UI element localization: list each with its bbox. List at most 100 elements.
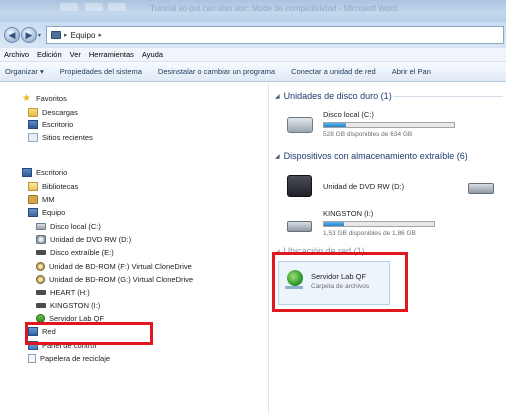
removable-drive-icon <box>36 249 46 255</box>
drive-usage-bar <box>323 221 435 227</box>
nav-label: Sitios recientes <box>42 132 93 142</box>
nav-label: Unidad de BD-ROM (F:) Virtual CloneDrive <box>49 261 192 271</box>
drive-tile-kingston[interactable]: KINGSTON (I:) 1,53 GB disponibles de 1,8… <box>287 207 467 241</box>
removable-drive-icon <box>36 289 46 295</box>
window-ghost-decoration <box>60 3 78 11</box>
nav-item-bd-rom-f[interactable]: Unidad de BD-ROM (F:) Virtual CloneDrive <box>36 260 192 272</box>
bd-rom-icon <box>36 261 45 271</box>
nav-favorites[interactable]: ★ Favoritos <box>22 92 67 104</box>
menu-edicion[interactable]: Edición <box>37 50 62 59</box>
nav-item-kingston-i[interactable]: KINGSTON (I:) <box>36 299 100 311</box>
desktop-icon <box>22 167 32 177</box>
back-button[interactable]: ◀ <box>4 27 20 43</box>
nav-label: Disco local (C:) <box>50 221 101 231</box>
nav-label: KINGSTON (I:) <box>50 300 101 310</box>
nav-label: Equipo <box>42 207 66 217</box>
recycle-bin-icon <box>28 353 36 363</box>
uninstall-program-button[interactable]: Desinstalar o cambiar un programa <box>158 67 275 76</box>
forward-button[interactable]: ▶ <box>21 27 37 43</box>
drive-tile-dvd[interactable]: Unidad de DVD RW (D:) <box>287 172 437 202</box>
user-folder-icon <box>28 194 38 204</box>
command-bar: Organizar ▾ Propiedades del sistema Desi… <box>0 62 506 82</box>
nav-label: Papelera de reciclaje <box>40 353 111 363</box>
nav-label: Bibliotecas <box>42 181 79 191</box>
window-ghost-decoration <box>108 3 126 11</box>
drive-name: Disco local (C:) <box>323 110 374 119</box>
dvd-drive-icon <box>287 175 312 197</box>
folder-icon <box>28 107 38 117</box>
hard-drive-icon <box>287 117 313 133</box>
drive-name: Unidad de DVD RW (D:) <box>323 182 405 191</box>
nav-desktop[interactable]: Escritorio <box>22 166 67 178</box>
usb-drive-icon <box>287 221 312 232</box>
group-header-hard-drives[interactable]: ◢ Unidades de disco duro (1) <box>275 90 392 102</box>
group-header-label: Unidades de disco duro (1) <box>283 91 392 101</box>
menu-ver[interactable]: Ver <box>70 50 81 59</box>
removable-drive-icon[interactable] <box>468 183 494 194</box>
collapse-triangle-icon: ◢ <box>275 153 280 160</box>
nav-label: HEART (H:) <box>50 287 90 297</box>
star-icon: ★ <box>22 92 31 104</box>
menu-ayuda[interactable]: Ayuda <box>142 50 163 59</box>
computer-icon <box>28 207 38 217</box>
desktop-icon <box>28 119 38 129</box>
nav-item-descargas[interactable]: Descargas <box>28 106 78 118</box>
drive-free-space: 528 GB disponibles de 634 GB <box>323 131 413 138</box>
menu-herramientas[interactable]: Herramientas <box>89 50 134 59</box>
nav-label: Disco extraíble (E:) <box>50 247 114 257</box>
highlight-box-content <box>272 252 408 312</box>
nav-item-sitios-recientes[interactable]: Sitios recientes <box>28 131 93 143</box>
drive-usage-bar <box>323 122 455 128</box>
libraries-icon <box>28 181 38 191</box>
organize-button[interactable]: Organizar ▾ <box>5 67 44 76</box>
nav-item-bd-rom-g[interactable]: Unidad de BD-ROM (G:) Virtual CloneDrive <box>36 273 193 285</box>
nav-label: Escritorio <box>42 119 74 129</box>
recent-places-icon <box>28 132 38 142</box>
window-ghost-decoration <box>85 3 103 11</box>
nav-label: Favoritos <box>36 93 67 103</box>
title-bar: Tutorial so put can also doc: Mode de co… <box>0 0 506 22</box>
system-properties-button[interactable]: Propiedades del sistema <box>60 67 142 76</box>
nav-item-disco-local-c[interactable]: Disco local (C:) <box>36 220 101 232</box>
removable-drive-icon <box>36 302 46 308</box>
group-header-label: Dispositivos con almacenamiento extraíbl… <box>283 151 468 161</box>
drive-free-space: 1,53 GB disponibles de 1,86 GB <box>323 230 416 237</box>
menu-bar: Archivo Edición Ver Herramientas Ayuda <box>0 48 506 62</box>
highlight-box-nav <box>25 322 153 345</box>
group-header-removable[interactable]: ◢ Dispositivos con almacenamiento extraí… <box>275 150 468 162</box>
arrow-left-icon: ◀ <box>8 29 16 40</box>
group-divider <box>393 96 503 97</box>
nav-item-disco-extraible-e[interactable]: Disco extraíble (E:) <box>36 246 114 258</box>
nav-item-bibliotecas[interactable]: Bibliotecas <box>28 180 78 192</box>
open-control-panel-button[interactable]: Abrir el Pan <box>392 67 431 76</box>
nav-item-escritorio[interactable]: Escritorio <box>28 118 73 130</box>
drive-name: KINGSTON (I:) <box>323 209 374 218</box>
map-network-drive-button[interactable]: Conectar a unidad de red <box>291 67 376 76</box>
breadcrumb-separator[interactable]: ▸ <box>64 31 68 39</box>
collapse-triangle-icon: ◢ <box>275 93 280 100</box>
nav-label: Descargas <box>42 107 78 117</box>
bd-rom-icon <box>36 274 45 284</box>
computer-icon <box>51 31 61 39</box>
nav-item-dvd-rw-d[interactable]: Unidad de DVD RW (D:) <box>36 233 131 245</box>
drive-tile-c[interactable]: Disco local (C:) 528 GB disponibles de 6… <box>287 107 467 143</box>
breadcrumb-equipo[interactable]: Equipo <box>71 31 96 40</box>
nav-item-equipo[interactable]: Equipo <box>28 206 65 218</box>
drive-usage-fill <box>324 123 347 127</box>
nav-label: Unidad de DVD RW (D:) <box>50 234 132 244</box>
recent-pages-dropdown[interactable]: ▾ <box>38 32 41 39</box>
nav-label: Unidad de BD-ROM (G:) Virtual CloneDrive <box>49 274 194 284</box>
address-row: ◀ ▶ ▾ ▸ Equipo ▸ <box>0 22 506 48</box>
nav-item-papelera[interactable]: Papelera de reciclaje <box>28 352 110 364</box>
drive-usage-fill <box>324 222 344 226</box>
breadcrumb-separator[interactable]: ▸ <box>98 31 102 39</box>
address-bar[interactable]: ▸ Equipo ▸ <box>46 26 504 44</box>
dvd-drive-icon <box>36 234 46 244</box>
nav-item-mm[interactable]: MM <box>28 193 55 205</box>
nav-label: Escritorio <box>36 167 68 177</box>
nav-label: MM <box>42 194 55 204</box>
hard-drive-icon <box>36 222 46 230</box>
menu-archivo[interactable]: Archivo <box>4 50 29 59</box>
window-title: Tutorial so put can also doc: Mode de co… <box>150 4 398 13</box>
nav-item-heart-h[interactable]: HEART (H:) <box>36 286 90 298</box>
